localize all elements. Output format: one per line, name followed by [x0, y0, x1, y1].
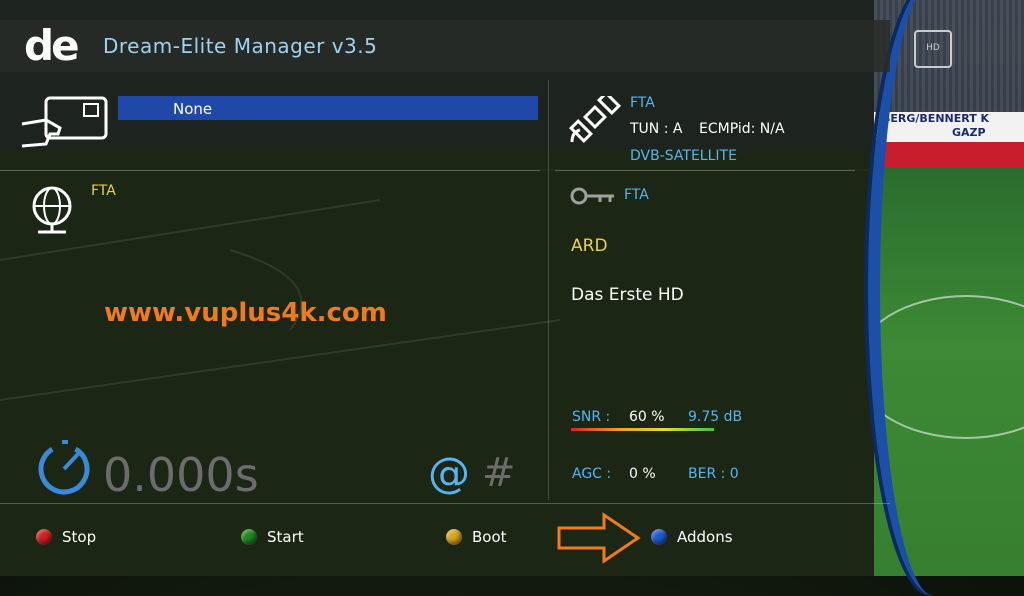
agc-value: 0 %	[629, 466, 656, 482]
arrow-right-icon	[557, 512, 641, 564]
divider	[555, 170, 855, 171]
key-status: FTA	[624, 187, 649, 203]
globe-icon	[32, 186, 72, 234]
stop-button-label: Stop	[62, 528, 97, 546]
yellow-dot-icon	[446, 529, 462, 545]
app-logo: de	[24, 21, 80, 70]
boot-button-label: Boot	[472, 528, 507, 546]
addons-button-label: Addons	[677, 528, 733, 546]
service-provider: ARD	[571, 236, 608, 256]
service-channel: Das Erste HD	[571, 285, 684, 305]
snr-db: 9.75 dB	[688, 409, 743, 425]
stopwatch-icon	[38, 440, 90, 495]
start-button-label: Start	[267, 528, 304, 546]
snr-level-bar	[571, 428, 714, 431]
agc-label: AGC :	[572, 466, 612, 482]
satellite-icon	[568, 96, 622, 144]
divider	[548, 80, 549, 500]
frame-curve	[868, 0, 1000, 596]
app-title: Dream-Elite Manager v3.5	[103, 34, 378, 58]
snr-label: SNR :	[572, 409, 611, 425]
snr-percent: 60 %	[629, 409, 665, 425]
key-icon	[570, 187, 614, 205]
hash-symbol: #	[482, 450, 516, 496]
stop-button[interactable]: Stop	[36, 528, 96, 546]
cam-select-value[interactable]: None	[173, 100, 212, 118]
timer-value: 0.000s	[103, 448, 259, 502]
watermark: www.vuplus4k.com	[104, 298, 387, 328]
divider	[0, 170, 540, 171]
addons-button[interactable]: Addons	[651, 528, 733, 546]
boot-button[interactable]: Boot	[446, 528, 507, 546]
sat-system: DVB-SATELLITE	[630, 148, 737, 164]
start-button[interactable]: Start	[241, 528, 304, 546]
smartcard-hand-icon	[21, 96, 108, 148]
cam-type: FTA	[91, 183, 116, 199]
sat-encryption: FTA	[630, 95, 655, 111]
at-symbol: @	[428, 448, 470, 497]
sat-tuner: TUN : A	[630, 121, 683, 137]
green-dot-icon	[241, 529, 257, 545]
red-dot-icon	[36, 529, 52, 545]
blue-dot-icon	[651, 529, 667, 545]
divider	[0, 503, 890, 504]
ber-label: BER : 0	[688, 466, 739, 482]
sat-ecm: ECMPid: N/A	[699, 121, 785, 137]
